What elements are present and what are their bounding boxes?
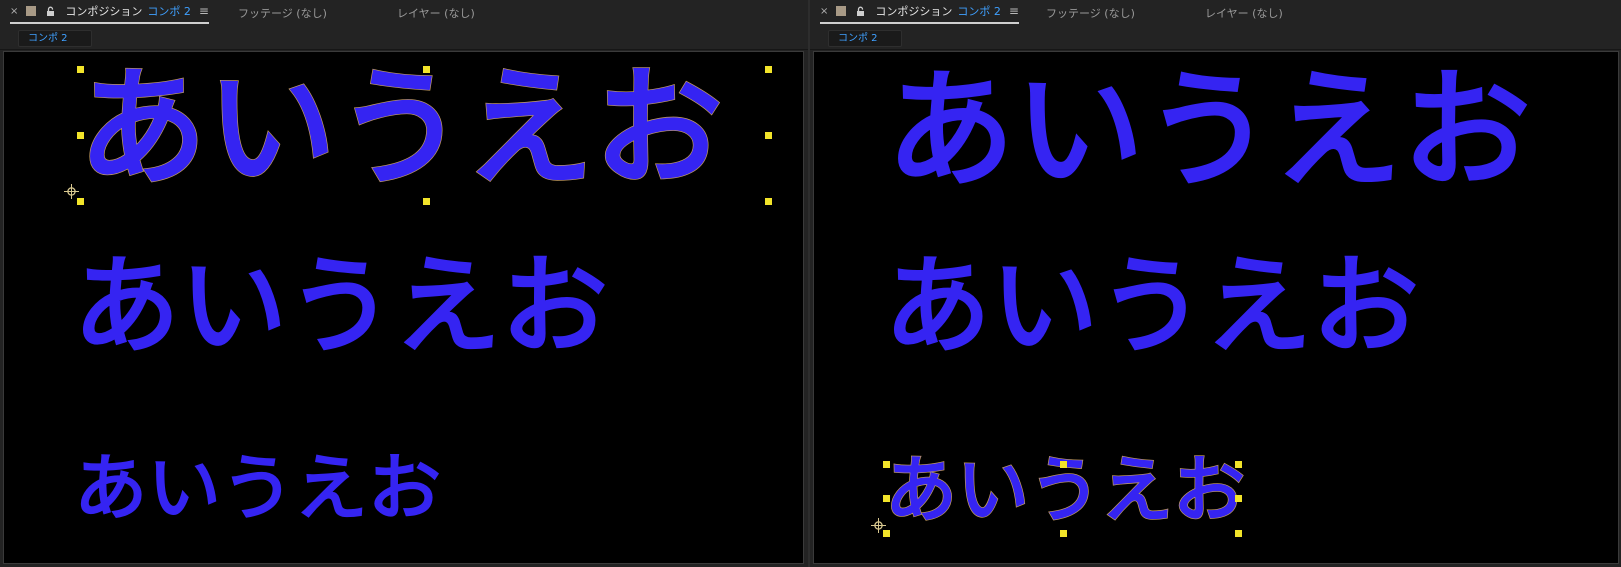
- tab-comp-name: コンポ 2: [147, 5, 191, 18]
- transform-handle[interactable]: [77, 198, 84, 205]
- panel-menu-icon[interactable]: ≡: [1009, 4, 1019, 18]
- label-color-swatch-icon[interactable]: [836, 6, 847, 16]
- label-color-swatch-icon[interactable]: [26, 6, 37, 16]
- composition-panel-right: × コンポジション コンポ 2 ≡ フッテージ (なし) レイヤー (なし) コ…: [810, 0, 1621, 567]
- transform-handle[interactable]: [765, 198, 772, 205]
- panel-menu-icon[interactable]: ≡: [199, 4, 209, 18]
- transform-handle[interactable]: [1235, 461, 1242, 468]
- text-layer-medium[interactable]: あいうえお: [73, 254, 608, 361]
- transform-handle[interactable]: [1235, 495, 1242, 502]
- close-icon[interactable]: ×: [820, 6, 828, 17]
- composition-viewer[interactable]: あいうえお あいうえお あいうえお: [3, 51, 804, 564]
- composition-viewer[interactable]: あいうえお あいうえお あいうえお: [813, 51, 1619, 564]
- text-layer-large[interactable]: あいうえお: [886, 67, 1531, 196]
- comp-navigator-bar: コンポ 2: [810, 26, 1621, 50]
- panel-tab-bar: × コンポジション コンポ 2 ≡ フッテージ (なし) レイヤー (なし): [0, 0, 808, 26]
- text-layer-medium[interactable]: あいうえお: [884, 254, 1419, 361]
- tab-comp-name: コンポ 2: [957, 5, 1001, 18]
- tab-composition[interactable]: × コンポジション コンポ 2 ≡: [820, 0, 1019, 24]
- composition-panel-left: × コンポジション コンポ 2 ≡ フッテージ (なし) レイヤー (なし) コ…: [0, 0, 808, 567]
- comp-breadcrumb-chip[interactable]: コンポ 2: [828, 30, 902, 47]
- transform-handle[interactable]: [423, 66, 430, 73]
- lock-icon[interactable]: [45, 6, 56, 17]
- lock-icon[interactable]: [855, 6, 866, 17]
- tab-layer[interactable]: レイヤー (なし): [397, 0, 475, 26]
- transform-handle[interactable]: [1235, 530, 1242, 537]
- anchor-point-icon[interactable]: [871, 518, 886, 533]
- transform-handle[interactable]: [765, 132, 772, 139]
- transform-handle[interactable]: [1060, 461, 1067, 468]
- transform-handle[interactable]: [77, 66, 84, 73]
- text-layer-large[interactable]: あいうえお: [77, 64, 723, 194]
- tab-title: コンポジション: [65, 5, 143, 18]
- anchor-point-icon[interactable]: [64, 184, 79, 199]
- transform-handle[interactable]: [765, 66, 772, 73]
- tab-footage[interactable]: フッテージ (なし): [1046, 0, 1135, 26]
- transform-handle[interactable]: [77, 132, 84, 139]
- comp-breadcrumb-chip[interactable]: コンポ 2: [18, 30, 92, 47]
- tab-composition[interactable]: × コンポジション コンポ 2 ≡: [10, 0, 209, 24]
- tab-layer[interactable]: レイヤー (なし): [1205, 0, 1283, 26]
- transform-handle[interactable]: [423, 198, 430, 205]
- panel-tab-bar: × コンポジション コンポ 2 ≡ フッテージ (なし) レイヤー (なし): [810, 0, 1621, 26]
- close-icon[interactable]: ×: [10, 6, 18, 17]
- tab-footage[interactable]: フッテージ (なし): [238, 0, 327, 26]
- transform-handle[interactable]: [883, 461, 890, 468]
- transform-handle[interactable]: [1060, 530, 1067, 537]
- text-layer-small[interactable]: あいうえお: [74, 452, 441, 524]
- transform-handle[interactable]: [883, 495, 890, 502]
- tab-title: コンポジション: [875, 5, 953, 18]
- comp-navigator-bar: コンポ 2: [0, 26, 808, 50]
